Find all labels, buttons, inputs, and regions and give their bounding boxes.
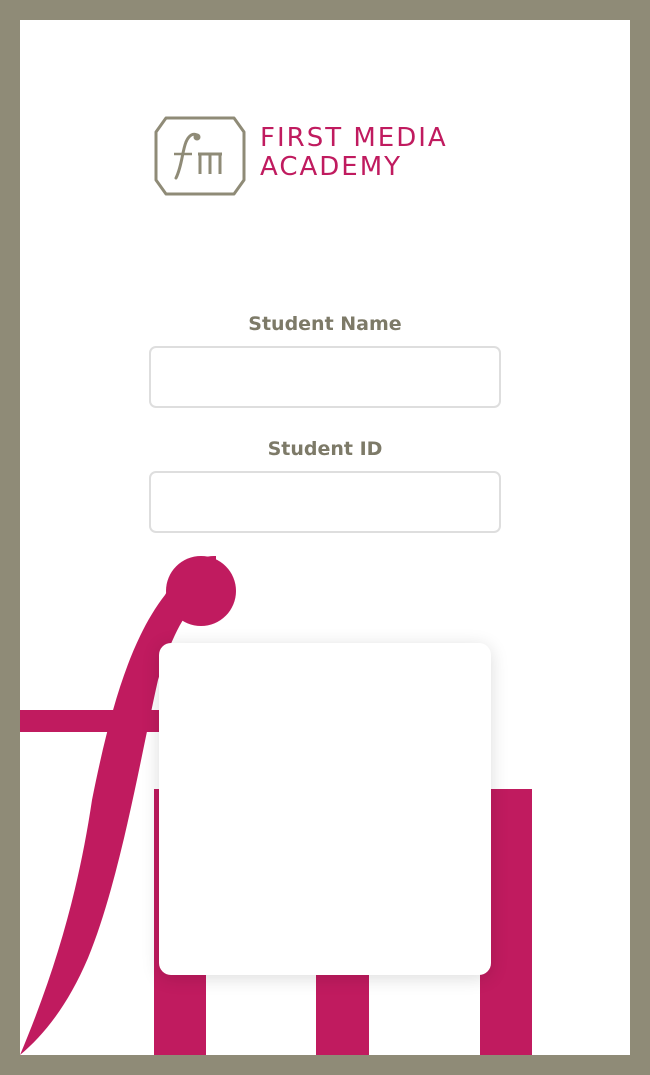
qr-card — [159, 643, 491, 975]
student-name-label: Student Name — [248, 313, 402, 335]
fm-logo-icon — [154, 116, 246, 196]
brand-name-line-2: Academy — [260, 152, 403, 182]
student-id-label: Student ID — [267, 438, 383, 460]
login-screen: First Media Academy Student Name Student… — [0, 0, 650, 1075]
brand-logo: First Media Academy — [154, 116, 499, 196]
brand-name: First Media Academy — [260, 124, 448, 182]
monogram-f-ball — [166, 556, 236, 626]
student-name-input[interactable] — [149, 346, 501, 408]
student-id-input[interactable] — [149, 471, 501, 533]
brand-name-line-1: First Media — [260, 123, 448, 153]
